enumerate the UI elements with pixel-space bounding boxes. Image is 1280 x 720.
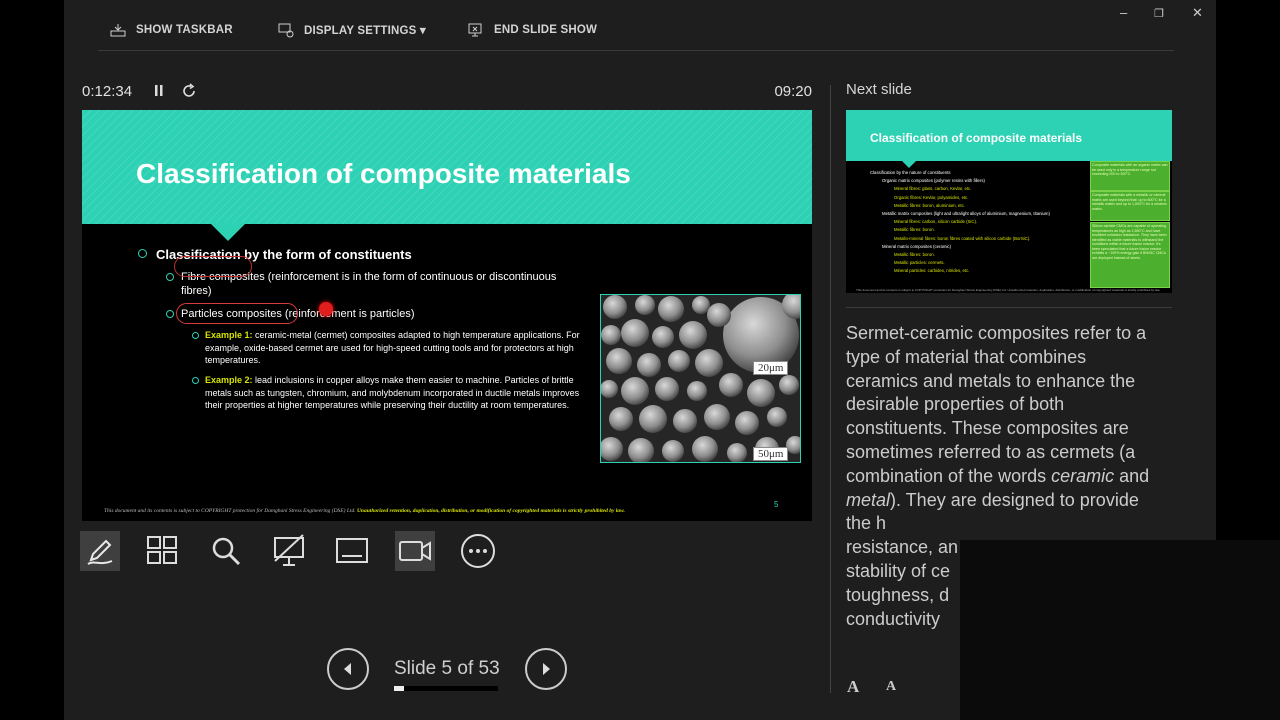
- close-button[interactable]: ✕: [1192, 5, 1203, 21]
- slide-copyright-footer: This document and its contents is subjec…: [104, 508, 625, 514]
- next-slide-note-box-1: Composite materials with an organic matr…: [1090, 161, 1170, 191]
- next-slide-bullet: Mineral particles: carbides, nitrides, e…: [894, 268, 970, 274]
- see-all-slides-icon: [147, 536, 177, 564]
- camera-toggle-button[interactable]: [395, 531, 435, 571]
- display-settings-label: DISPLAY SETTINGS ▾: [304, 25, 426, 37]
- black-screen-icon: [274, 534, 304, 566]
- slide-progress-fill: [394, 686, 404, 691]
- example-1-text: ceramic-metal (cermet) composites adapte…: [205, 330, 580, 365]
- next-slide-bullet: Metallic matrix composites (light and ul…: [882, 211, 1050, 216]
- example-1-label: Example 1:: [205, 330, 253, 340]
- end-slide-show-button[interactable]: END SLIDE SHOW: [468, 20, 597, 40]
- notes-text-2: ). They are designed to provide the h: [846, 489, 1139, 534]
- panel-divider: [830, 85, 831, 693]
- slide-counter[interactable]: Slide 5 of 53: [394, 658, 500, 680]
- subtitles-button[interactable]: [332, 531, 372, 571]
- restart-icon: [183, 83, 195, 97]
- previous-icon: [344, 663, 351, 675]
- end-slide-show-label: END SLIDE SHOW: [494, 24, 598, 36]
- example-2-label: Example 2:: [205, 375, 253, 385]
- notes-line-resistance: resistance, an: [846, 537, 959, 558]
- example-1: Example 1: ceramic-metal (cermet) compos…: [192, 329, 585, 367]
- display-settings-icon: [278, 23, 294, 38]
- zoom-icon: [212, 537, 241, 566]
- pause-timer-button[interactable]: [150, 82, 168, 100]
- cermet-micrograph-image: 20μm 50μm: [600, 294, 801, 463]
- restore-button[interactable]: ❐: [1154, 7, 1164, 20]
- camera-icon: [399, 541, 431, 561]
- subtitles-icon: [336, 538, 368, 563]
- laser-pointer: [319, 302, 333, 316]
- notes-line-conductivity: conductivity: [846, 608, 941, 629]
- zoom-button[interactable]: [206, 531, 246, 571]
- next-slide-notch: [901, 160, 917, 168]
- display-settings-button[interactable]: DISPLAY SETTINGS ▾: [278, 20, 426, 40]
- slide-page-number: 5: [774, 500, 779, 509]
- pen-tool-button[interactable]: [80, 531, 120, 571]
- next-slide-bullet: Mineral fibres: carbon, silicon carbide …: [894, 219, 978, 225]
- notes-line-stability: stability of ce: [846, 560, 951, 581]
- elapsed-timer: 0:12:34: [82, 83, 133, 100]
- more-options-button[interactable]: [458, 531, 498, 571]
- footer-warning-text: Unauthorized retention, duplication, dis…: [356, 508, 625, 514]
- pause-icon: [155, 85, 163, 96]
- next-slide-bullet: Metallic fibres: boron.: [894, 252, 935, 257]
- next-slide-bullet: Organic matrix composites (polymer resin…: [882, 178, 985, 184]
- next-slide-bullet: Metallo-mineral fibres: boron fibres coa…: [894, 235, 1031, 241]
- notes-text-1: Sermet-ceramic composites refer to a typ…: [846, 323, 1147, 486]
- footer-main-text: This document and its contents is subjec…: [104, 508, 357, 514]
- next-slide-bullet: Mineral matrix composites (ceramic): [882, 243, 952, 249]
- minimize-button[interactable]: –: [1120, 5, 1127, 20]
- slide-title: Classification of composite materials: [136, 158, 631, 189]
- restart-timer-button[interactable]: [180, 82, 198, 100]
- scale-bar-50um: 50μm: [753, 447, 789, 461]
- next-slide-note-box-3: Silicon carbide CMCs are capable of oper…: [1090, 222, 1170, 288]
- notes-line-toughness: toughness, d: [846, 584, 950, 605]
- notes-divider: [846, 307, 1172, 308]
- example-2-text: lead inclusions in copper alloys make th…: [205, 375, 580, 410]
- show-taskbar-button[interactable]: SHOW TASKBAR: [110, 20, 233, 40]
- taskbar-icon: [110, 24, 126, 37]
- ink-annotation-fibre: [174, 256, 252, 277]
- pen-icon: [87, 539, 113, 565]
- next-slide-thumbnail[interactable]: Classification of composite materials Cl…: [846, 110, 1172, 293]
- previous-slide-button[interactable]: [327, 648, 369, 690]
- left-letterbox: [0, 0, 64, 720]
- decrease-font-button[interactable]: A: [886, 679, 896, 695]
- next-slide-button[interactable]: [525, 648, 567, 690]
- next-slide-bullet: Metallic fibres: boron, aluminium, etc.: [894, 202, 965, 208]
- increase-font-button[interactable]: A: [847, 677, 859, 697]
- next-slide-bullet: Metallic particles: cermets.: [894, 260, 945, 266]
- show-taskbar-label: SHOW TASKBAR: [136, 24, 233, 36]
- next-slide-bullet: Classification by the nature of constitu…: [870, 170, 951, 175]
- notes-and: and: [1114, 465, 1150, 486]
- next-slide-note-box-2: Composite materials with a metallic or m…: [1090, 191, 1170, 221]
- current-time: 09:20: [774, 83, 812, 100]
- next-slide-footer: This document and its contents is subjec…: [856, 288, 1161, 292]
- next-icon: [543, 663, 550, 675]
- more-options-icon: [461, 534, 495, 568]
- next-slide-bullet: Mineral fibres: glass, carbon, Kevlar, e…: [894, 186, 972, 192]
- next-slide-bullet: Organic fibres: Kevlar, polyamides, etc.: [894, 194, 969, 200]
- notes-metal: metal: [846, 489, 891, 510]
- next-slide-bullet: Metallic fibres: boron.: [894, 227, 935, 233]
- right-letterbox: [1216, 0, 1280, 540]
- notes-ceramic: ceramic: [1051, 465, 1115, 486]
- example-2: Example 2: lead inclusions in copper all…: [192, 374, 585, 412]
- ink-annotation-particles: [176, 303, 298, 324]
- see-all-slides-button[interactable]: [142, 531, 182, 571]
- camera-feed-overlay: [960, 540, 1280, 720]
- slide-progress-bar: [394, 686, 498, 691]
- next-slide-title: Classification of composite materials: [870, 131, 1083, 145]
- black-screen-button[interactable]: [269, 531, 309, 571]
- title-banner-notch: [210, 223, 246, 241]
- end-show-icon: [468, 23, 482, 37]
- next-slide-label: Next slide: [846, 81, 912, 98]
- toolbar-divider: [98, 50, 1174, 51]
- scale-bar-20um: 20μm: [753, 361, 789, 375]
